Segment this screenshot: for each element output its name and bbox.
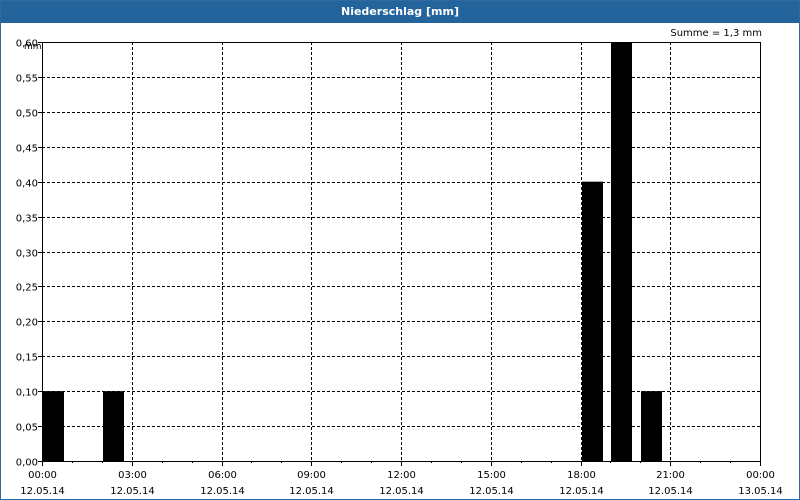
precipitation-bar <box>641 391 662 461</box>
y-tick-label: 0,05 <box>16 423 38 434</box>
x-tick-date-label: 13.05.14 <box>738 486 783 497</box>
x-tick-time-label: 00:00 <box>28 470 57 481</box>
x-tick-date-label: 12.05.14 <box>110 486 155 497</box>
y-tick-label: 0,50 <box>16 109 38 120</box>
x-tick-time-label: 12:00 <box>387 470 416 481</box>
y-tick-label: 0,60 <box>16 39 38 50</box>
y-tick-label: 0,40 <box>16 179 38 190</box>
y-tick-label: 0,20 <box>16 318 38 329</box>
x-tick-date-label: 12.05.14 <box>289 486 334 497</box>
precipitation-bar <box>582 181 603 461</box>
x-tick-time-label: 21:00 <box>656 470 685 481</box>
y-tick-label: 0,35 <box>16 214 38 225</box>
x-tick-time-label: 03:00 <box>118 470 147 481</box>
precipitation-chart: mmSumme = 1,3 mm0,000,050,100,150,200,25… <box>16 28 783 497</box>
y-tick-label: 0,45 <box>16 144 38 155</box>
x-tick-date-label: 12.05.14 <box>469 486 514 497</box>
precipitation-bar <box>611 42 632 461</box>
precipitation-bar <box>103 391 124 461</box>
x-tick-time-label: 00:00 <box>746 470 775 481</box>
x-tick-time-label: 09:00 <box>297 470 326 481</box>
x-tick-date-label: 12.05.14 <box>379 486 424 497</box>
y-tick-label: 0,55 <box>16 74 38 85</box>
x-tick-date-label: 12.05.14 <box>20 486 65 497</box>
y-tick-label: 0,15 <box>16 353 38 364</box>
x-tick-date-label: 12.05.14 <box>200 486 245 497</box>
y-tick-label: 0,25 <box>16 283 38 294</box>
summary-label: Summe = 1,3 mm <box>670 28 762 39</box>
x-tick-date-label: 12.05.14 <box>559 486 604 497</box>
precipitation-bar <box>43 391 64 461</box>
y-tick-label: 0,00 <box>16 458 38 469</box>
x-tick-time-label: 06:00 <box>208 470 237 481</box>
x-tick-date-label: 12.05.14 <box>648 486 693 497</box>
y-tick-label: 0,10 <box>16 388 38 399</box>
x-tick-time-label: 18:00 <box>567 470 596 481</box>
x-tick-time-label: 15:00 <box>477 470 506 481</box>
y-tick-label: 0,30 <box>16 249 38 260</box>
